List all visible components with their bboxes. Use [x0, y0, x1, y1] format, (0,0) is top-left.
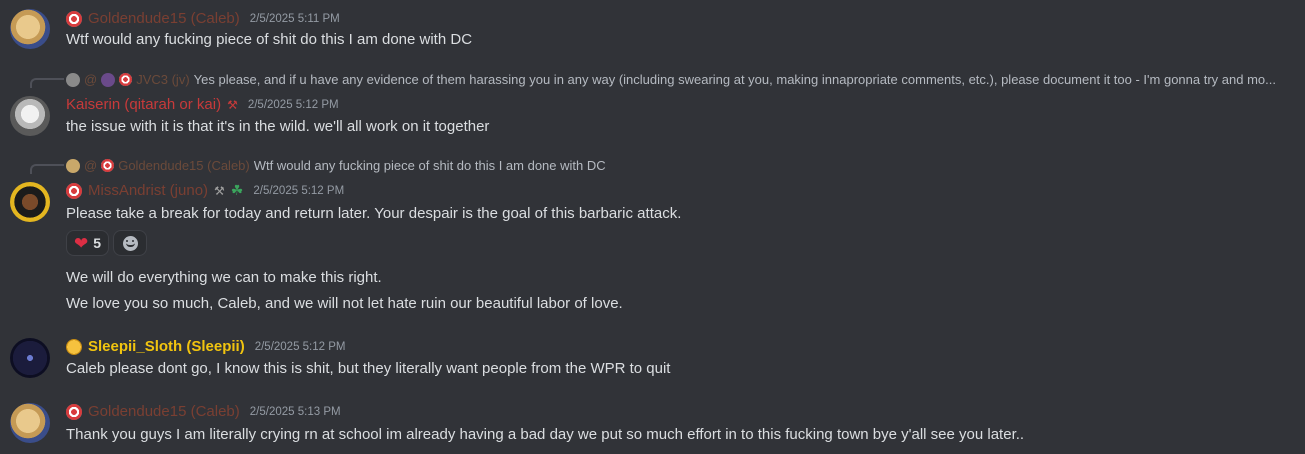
add-reaction-icon: [122, 235, 138, 251]
reply-preview[interactable]: @ JVC3 (jv) Yes please, and if u have an…: [66, 72, 1297, 87]
followup-text: We love you so much, Caleb, and we will …: [66, 295, 623, 312]
author-name[interactable]: Goldendude15 (Caleb): [88, 10, 240, 27]
message-text: Thank you guys I am literally crying rn …: [66, 426, 1025, 443]
timestamp: 2/5/2025 5:12 PM: [247, 98, 339, 111]
author-name[interactable]: MissAndrist (juno): [88, 182, 208, 199]
message-text: Please take a break for today and return…: [66, 205, 682, 222]
reaction-bar: ❤ 5: [66, 230, 148, 256]
gold-coin-role-icon: [66, 338, 82, 355]
reply-text: Yes please, and if u have any evidence o…: [193, 72, 1276, 87]
reply-at-symbol: @: [84, 158, 98, 173]
target-role-icon: [101, 159, 115, 172]
reply-at-symbol: @: [84, 72, 98, 87]
add-reaction-button[interactable]: [113, 230, 148, 256]
followup-text: We will do everything we can to make thi…: [66, 269, 382, 286]
avatar[interactable]: [10, 338, 50, 378]
author-name[interactable]: Sleepii_Sloth (Sleepii): [88, 338, 245, 355]
reply-preview[interactable]: @ Goldendude15 (Caleb) Wtf would any fuc…: [66, 158, 1297, 173]
target-role-icon: [66, 403, 82, 420]
avatar[interactable]: [10, 96, 50, 136]
target-role-icon: [66, 10, 82, 27]
avatar[interactable]: [10, 9, 50, 49]
purple-role-icon: [101, 72, 116, 87]
message: Sleepii_Sloth (Sleepii) 2/5/2025 5:12 PM…: [0, 330, 1305, 392]
reaction-heart[interactable]: ❤ 5: [66, 230, 110, 256]
reply-avatar: [66, 72, 80, 87]
reply-text: Wtf would any fucking piece of shit do t…: [253, 158, 606, 173]
timestamp: 2/5/2025 5:11 PM: [249, 12, 340, 25]
timestamp: 2/5/2025 5:13 PM: [249, 405, 341, 418]
reply-connector: [30, 78, 64, 88]
hammer-icon: ⚒: [214, 183, 225, 198]
target-role-icon: [119, 73, 133, 86]
message: @ Goldendude15 (Caleb) Wtf would any fuc…: [0, 148, 1305, 324]
target-role-icon: [66, 182, 82, 199]
message-text: Caleb please dont go, I know this is shi…: [66, 360, 671, 377]
message-text: Wtf would any fucking piece of shit do t…: [66, 31, 473, 48]
message: Goldendude15 (Caleb) 2/5/2025 5:13 PM Th…: [0, 394, 1305, 454]
message: @ JVC3 (jv) Yes please, and if u have an…: [0, 62, 1305, 148]
reaction-count: 5: [93, 235, 102, 251]
avatar[interactable]: [10, 403, 50, 443]
avatar[interactable]: [10, 182, 50, 222]
timestamp: 2/5/2025 5:12 PM: [254, 340, 346, 353]
reply-avatar: [66, 158, 80, 173]
message-text: the issue with it is that it's in the wi…: [66, 118, 490, 135]
message: Goldendude15 (Caleb) 2/5/2025 5:11 PM Wt…: [0, 0, 1305, 62]
reply-author: Goldendude15 (Caleb): [118, 158, 250, 173]
clover-icon: ☘: [230, 182, 244, 198]
reply-connector: [30, 164, 64, 174]
reply-author: JVC3 (jv): [136, 72, 190, 87]
author-name[interactable]: Goldendude15 (Caleb): [88, 403, 240, 420]
timestamp: 2/5/2025 5:12 PM: [253, 184, 345, 197]
author-name[interactable]: Kaiserin (qitarah or kai): [66, 96, 221, 113]
heart-icon: ❤: [74, 233, 89, 253]
hammer-icon: ⚒: [227, 97, 238, 112]
